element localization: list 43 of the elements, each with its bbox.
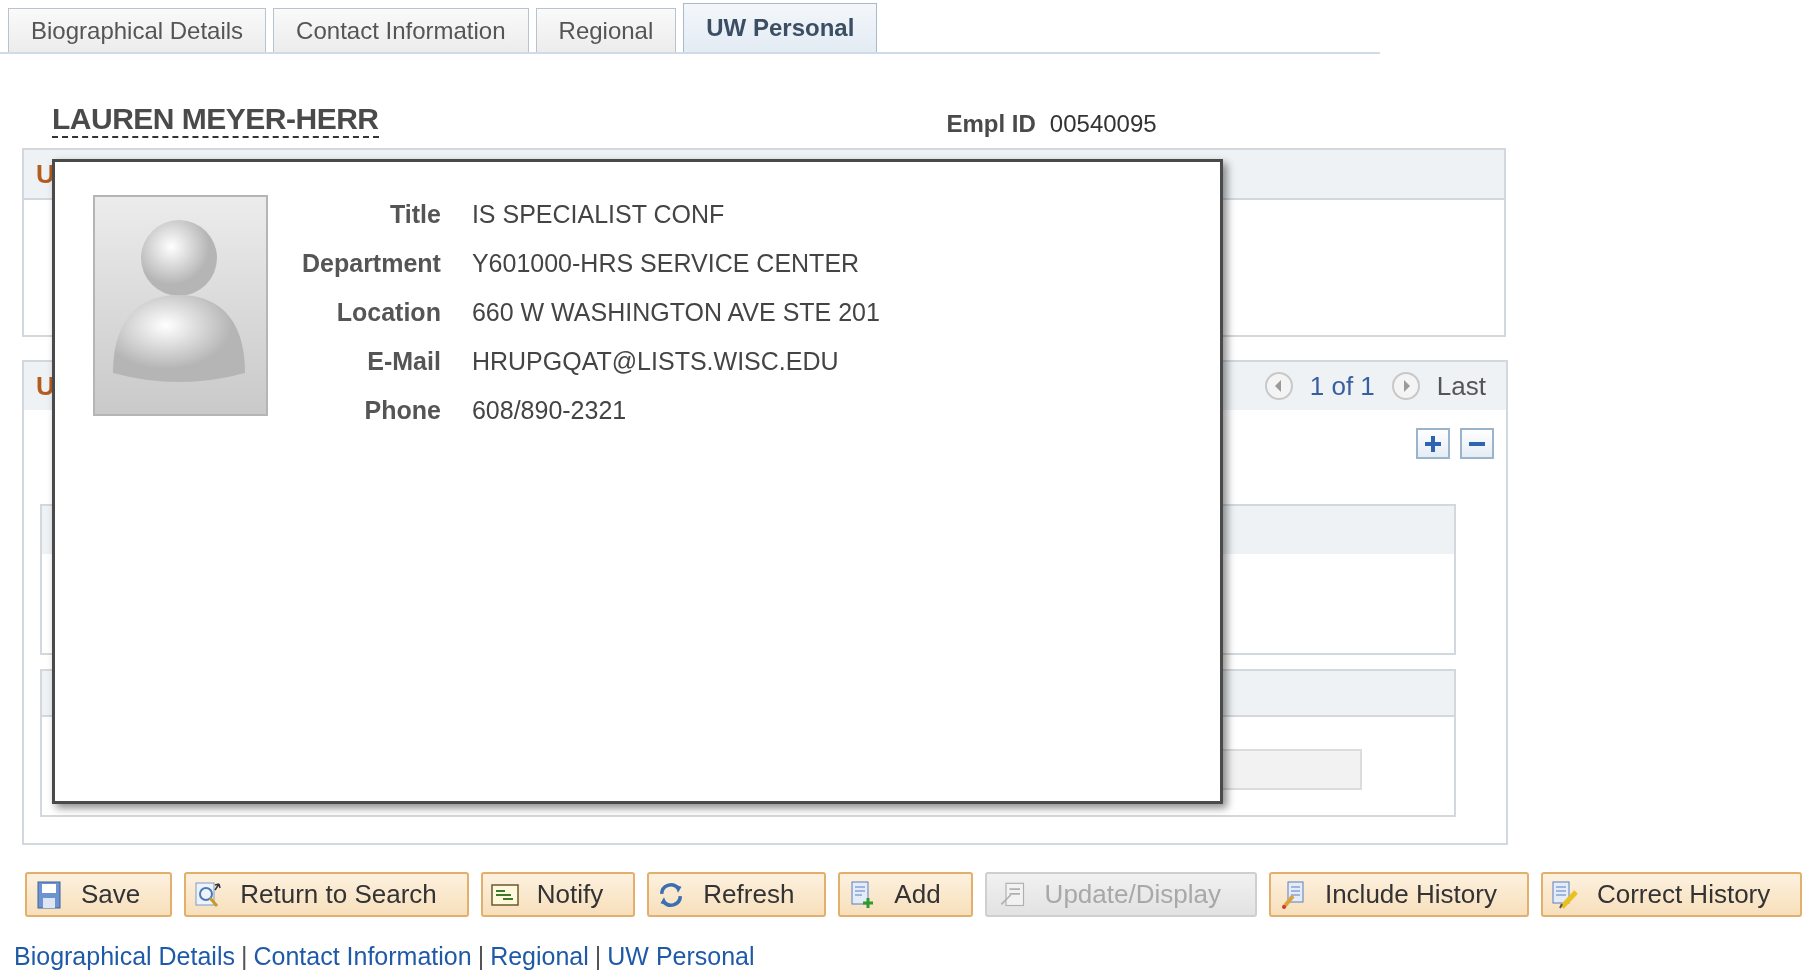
page-link[interactable]: UW Personal [607, 942, 755, 971]
field-label: E-Mail [366, 346, 441, 377]
tab[interactable]: Biographical Details [8, 8, 267, 52]
tab[interactable]: Contact Information [273, 8, 529, 52]
employee-name[interactable]: LAUREN MEYER-HERR [52, 102, 379, 138]
link-separator: | [477, 942, 485, 971]
field-value: IS SPECIALIST CONF [471, 199, 726, 230]
last-link[interactable]: Last [1436, 370, 1486, 402]
field-value: HRUPGQAT@LISTS.WISC.EDU [471, 346, 840, 377]
field-label: Title [388, 199, 441, 230]
toolbar-button[interactable]: Include History [1268, 872, 1529, 917]
toolbar-button[interactable]: Correct History [1540, 872, 1803, 917]
plus-icon [1423, 433, 1443, 454]
page-position: 1 of 1 [1309, 370, 1375, 402]
field-label: Location [335, 297, 441, 328]
previous-icon[interactable] [1263, 371, 1294, 401]
page-link[interactable]: Contact Information [253, 942, 472, 971]
avatar-icon [93, 195, 268, 416]
field-value: 660 W WASHINGTON AVE STE 201 [471, 297, 880, 328]
toolbar-button[interactable]: Return to Search [184, 872, 469, 917]
field-value: Y601000-HRS SERVICE CENTER [471, 248, 861, 279]
toolbar-button[interactable]: Save [25, 872, 173, 917]
magnifier-icon [194, 880, 223, 909]
tab[interactable]: UW Personal [683, 3, 878, 52]
field-value: 608/890-2321 [471, 395, 628, 426]
next-icon[interactable] [1390, 371, 1421, 401]
delete-row-button[interactable] [1460, 428, 1494, 459]
tab[interactable]: Regional [535, 8, 677, 52]
link-separator: | [594, 942, 602, 971]
toolbar-button[interactable]: Refresh [647, 872, 827, 917]
add-row-button[interactable] [1416, 428, 1450, 459]
toolbar-button[interactable]: Notify [480, 872, 636, 917]
document-pencil-icon [1550, 880, 1579, 909]
minus-icon [1469, 441, 1485, 446]
field-label: Phone [363, 395, 441, 426]
empl-id-value: 00540095 [1049, 110, 1157, 138]
link-separator: | [240, 942, 248, 971]
toolbar-button[interactable]: Add [838, 872, 973, 917]
empl-id-label: Empl ID [946, 110, 1036, 138]
page-link[interactable]: Regional [490, 942, 589, 971]
document-icon [998, 880, 1027, 909]
field-label: Department [302, 248, 441, 279]
page-link[interactable]: Biographical Details [14, 942, 235, 971]
